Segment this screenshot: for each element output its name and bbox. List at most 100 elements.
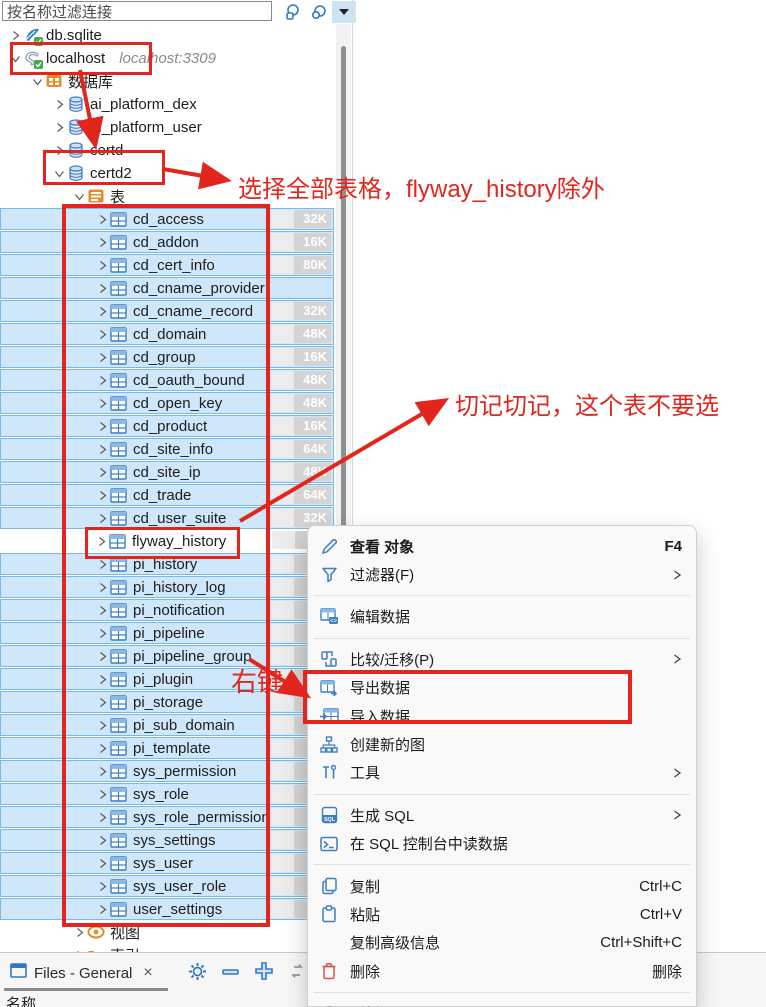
menu-item-导出数据[interactable]: 导出数据	[308, 674, 696, 702]
table-row[interactable]: pi_storage	[0, 691, 334, 713]
table-row[interactable]: cd_trade64K	[0, 484, 334, 506]
connection-filter-icon[interactable]	[281, 1, 305, 23]
table-row[interactable]: pi_history	[0, 553, 334, 575]
tree-item-索引[interactable]: 索引	[0, 944, 334, 952]
table-row[interactable]: pi_history_log	[0, 576, 334, 598]
chevron-right-icon[interactable]	[95, 835, 109, 846]
table-row[interactable]: sys_user	[0, 852, 334, 874]
table-row[interactable]: cd_cname_provider	[0, 277, 334, 299]
table-row[interactable]: cd_product16K	[0, 415, 334, 437]
table-row[interactable]: pi_sub_domain	[0, 714, 334, 736]
table-row[interactable]: flyway_history1	[0, 530, 334, 552]
expand-all-icon[interactable]	[254, 961, 274, 986]
table-row[interactable]: cd_addon16K	[0, 231, 334, 253]
menu-item-在 SQL 控制台中读数据[interactable]: 在 SQL 控制台中读数据	[308, 830, 696, 858]
chevron-down-icon[interactable]	[30, 76, 44, 87]
chevron-right-icon[interactable]	[95, 674, 109, 685]
table-row[interactable]: cd_cname_record32K	[0, 300, 334, 322]
table-row[interactable]: sys_user_role	[0, 875, 334, 897]
chevron-right-icon[interactable]	[95, 651, 109, 662]
tree-item-表[interactable]: 表	[0, 185, 334, 207]
table-row[interactable]: sys_role_permission	[0, 806, 334, 828]
tree-item-视图[interactable]: 视图	[0, 921, 334, 943]
table-row[interactable]: cd_oauth_bound48K	[0, 369, 334, 391]
table-row[interactable]: pi_notification	[0, 599, 334, 621]
chevron-right-icon[interactable]	[94, 536, 108, 547]
menu-item-编辑数据[interactable]: <>编辑数据	[308, 603, 696, 631]
chevron-right-icon[interactable]	[95, 237, 109, 248]
table-row[interactable]: cd_user_suite32K	[0, 507, 334, 529]
table-row[interactable]: cd_cert_info80K	[0, 254, 334, 276]
tree-item-db.sqlite[interactable]: db.sqlite	[0, 24, 334, 46]
chevron-down-icon[interactable]	[52, 168, 66, 179]
tree-item-ai_platform_dex[interactable]: ai_platform_dex	[0, 93, 334, 115]
tree-item-ai_platform_user[interactable]: ai_platform_user	[0, 116, 334, 138]
chevron-right-icon[interactable]	[95, 329, 109, 340]
table-row[interactable]: sys_permission	[0, 760, 334, 782]
chevron-right-icon[interactable]	[95, 398, 109, 409]
chevron-right-icon[interactable]	[8, 30, 22, 41]
tree-item-certd[interactable]: certd	[0, 139, 334, 161]
menu-item-复制[interactable]: 复制Ctrl+C	[308, 872, 696, 900]
close-icon[interactable]: ×	[143, 964, 152, 982]
menu-item-删除[interactable]: 删除删除	[308, 957, 696, 985]
table-row[interactable]: cd_access32K	[0, 208, 334, 230]
chevron-right-icon[interactable]	[52, 122, 66, 133]
table-row[interactable]: user_settings	[0, 898, 334, 920]
chevron-right-icon[interactable]	[95, 881, 109, 892]
chevron-down-icon[interactable]	[72, 191, 86, 202]
chevron-right-icon[interactable]	[95, 582, 109, 593]
chevron-right-icon[interactable]	[95, 766, 109, 777]
connection-type-icon[interactable]	[307, 1, 331, 23]
chevron-down-icon[interactable]	[8, 53, 22, 64]
menu-item-生成 SQL[interactable]: SQL生成 SQL	[308, 801, 696, 829]
collapse-all-icon[interactable]	[221, 962, 240, 986]
chevron-right-icon[interactable]	[95, 858, 109, 869]
tree-item-localhost[interactable]: localhostlocalhost:3309	[0, 47, 334, 69]
chevron-right-icon[interactable]	[95, 260, 109, 271]
menu-item-比较/迁移(P)[interactable]: 比较/迁移(P)	[308, 645, 696, 673]
gear-icon[interactable]	[188, 962, 207, 986]
chevron-right-icon[interactable]	[72, 927, 86, 938]
table-row[interactable]: sys_settings	[0, 829, 334, 851]
menu-item-复制高级信息[interactable]: 复制高级信息Ctrl+Shift+C	[308, 929, 696, 957]
chevron-right-icon[interactable]	[95, 559, 109, 570]
menu-item-工具[interactable]: 工具	[308, 759, 696, 787]
table-row[interactable]: cd_site_ip48K	[0, 461, 334, 483]
table-row[interactable]: cd_open_key48K	[0, 392, 334, 414]
chevron-right-icon[interactable]	[95, 283, 109, 294]
menu-item-过滤器(F)[interactable]: 过滤器(F)	[308, 560, 696, 588]
chevron-right-icon[interactable]	[95, 421, 109, 432]
tree-item-数据库[interactable]: 数据库	[0, 70, 334, 92]
chevron-right-icon[interactable]	[95, 628, 109, 639]
chevron-right-icon[interactable]	[95, 812, 109, 823]
chevron-right-icon[interactable]	[95, 904, 109, 915]
table-row[interactable]: cd_group16K	[0, 346, 334, 368]
chevron-right-icon[interactable]	[95, 306, 109, 317]
chevron-right-icon[interactable]	[95, 743, 109, 754]
chevron-right-icon[interactable]	[95, 697, 109, 708]
chevron-right-icon[interactable]	[95, 720, 109, 731]
table-row[interactable]: cd_domain48K	[0, 323, 334, 345]
table-row[interactable]: pi_pipeline	[0, 622, 334, 644]
chevron-right-icon[interactable]	[95, 467, 109, 478]
chevron-right-icon[interactable]	[52, 145, 66, 156]
link-editor-icon[interactable]	[288, 963, 306, 984]
table-row[interactable]: cd_site_info64K	[0, 438, 334, 460]
menu-item-创建新的图[interactable]: 创建新的图	[308, 730, 696, 758]
table-row[interactable]: pi_template	[0, 737, 334, 759]
chevron-right-icon[interactable]	[95, 444, 109, 455]
chevron-right-icon[interactable]	[52, 99, 66, 110]
chevron-right-icon[interactable]	[95, 490, 109, 501]
chevron-right-icon[interactable]	[95, 789, 109, 800]
filter-connections-input[interactable]	[2, 1, 272, 21]
chevron-right-icon[interactable]	[95, 214, 109, 225]
chevron-right-icon[interactable]	[95, 375, 109, 386]
chevron-right-icon[interactable]	[95, 513, 109, 524]
chevron-right-icon[interactable]	[95, 352, 109, 363]
chevron-right-icon[interactable]	[95, 605, 109, 616]
table-row[interactable]: pi_pipeline_group	[0, 645, 334, 667]
table-row[interactable]: sys_role	[0, 783, 334, 805]
menu-item-刷新[interactable]: 刷新F5	[308, 999, 696, 1007]
menu-item-导入数据[interactable]: 导入数据	[308, 702, 696, 730]
